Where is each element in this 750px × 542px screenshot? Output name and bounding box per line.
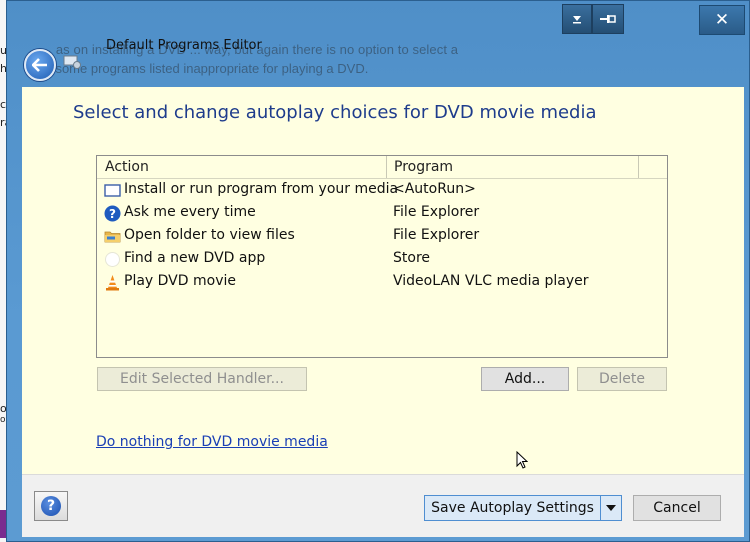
dialog-window: ... as on installing a DVD ... way, but … [6,0,750,542]
help-button[interactable]: ? [34,491,68,521]
row-program-label: File Explorer [393,227,480,243]
column-separator[interactable] [638,156,639,178]
save-autoplay-label[interactable]: Save Autoplay Settings [425,496,602,520]
background-ghost-text: ... some programs listed inappropriate f… [41,61,369,76]
page-heading: Select and change autoplay choices for D… [73,102,597,123]
row-action-label: Open folder to view files [124,227,295,243]
content-panel: Select and change autoplay choices for D… [22,87,744,474]
back-button[interactable] [24,49,56,81]
list-item[interactable]: Open folder to view files File Explorer [97,225,667,248]
folder-icon [104,231,121,243]
column-header-action[interactable]: Action [97,156,386,178]
add-button[interactable]: Add... [481,367,569,391]
cancel-button[interactable]: Cancel [633,495,721,521]
row-action-label: Ask me every time [124,204,256,220]
close-button[interactable]: ✕ [699,5,745,35]
dropdown-menu-button[interactable] [562,4,592,34]
edit-handler-button[interactable]: Edit Selected Handler... [97,367,307,391]
row-action-label: Find a new DVD app [124,250,266,266]
do-nothing-link[interactable]: Do nothing for DVD movie media [96,434,328,450]
row-program-label: Store [393,250,431,266]
chevron-down-icon [573,16,581,24]
svg-text:?: ? [109,207,116,221]
list-item[interactable]: Find a new DVD app Store [97,248,667,271]
mouse-cursor-icon [516,451,528,469]
close-icon: ✕ [714,10,730,30]
row-program-label: VideoLAN VLC media player [393,273,589,289]
handlers-list[interactable]: Action Program Install or run program fr… [96,155,668,358]
vlc-cone-icon [106,275,119,291]
dialog-footer: ? Save Autoplay Settings Cancel [22,474,744,537]
row-action-label: Install or run program from your media [124,181,399,197]
list-item[interactable]: Play DVD movie VideoLAN VLC media player [97,271,667,294]
title-bar[interactable] [6,0,750,42]
arrow-left-icon [32,58,47,72]
chevron-down-icon [606,505,617,511]
question-icon: ? [104,205,121,222]
blank-icon [105,252,120,267]
pin-icon [600,15,616,23]
save-options-dropdown[interactable] [601,496,621,520]
delete-button[interactable]: Delete [577,367,667,391]
save-autoplay-button[interactable]: Save Autoplay Settings [424,495,622,521]
pin-button[interactable] [592,4,624,34]
list-item[interactable]: Install or run program from your media <… [97,179,667,202]
row-program-label: File Explorer [393,204,480,220]
window-title: Default Programs Editor [106,38,262,53]
help-icon: ? [41,496,61,516]
window-icon [104,184,121,197]
list-item[interactable]: ? Ask me every time File Explorer [97,202,667,225]
list-header: Action Program [97,156,667,179]
row-program-label: <AutoRun> [393,181,476,197]
column-header-program[interactable]: Program [386,156,638,178]
row-action-label: Play DVD movie [124,273,236,289]
app-icon [63,55,81,69]
